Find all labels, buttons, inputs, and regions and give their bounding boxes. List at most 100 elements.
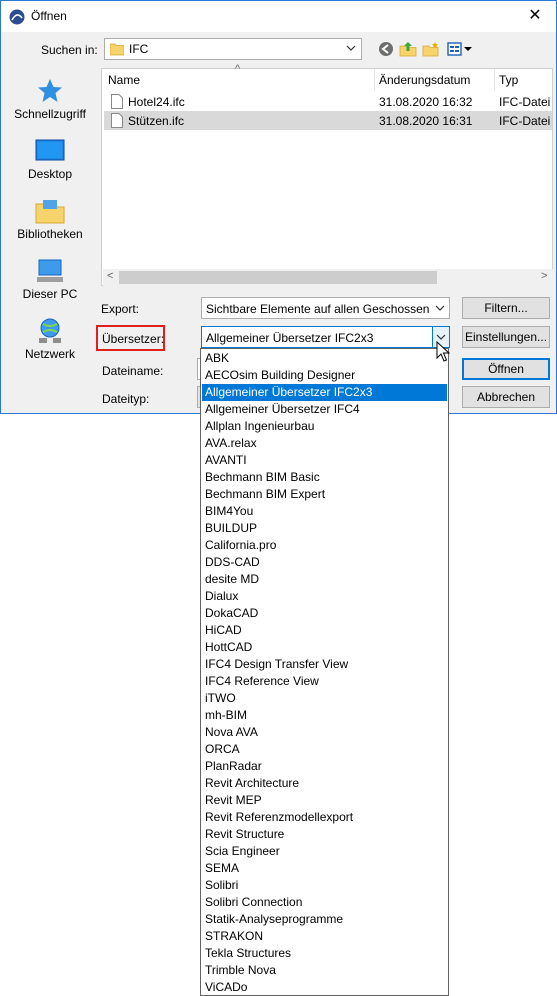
- sort-indicator-icon: ^: [235, 63, 241, 75]
- quick-access-star-icon: [38, 79, 62, 102]
- dropdown-option[interactable]: BIM4You: [202, 503, 447, 520]
- uebersetzer-combo[interactable]: Allgemeiner Übersetzer IFC2x3: [201, 326, 450, 348]
- column-divider[interactable]: [494, 69, 495, 91]
- dropdown-option[interactable]: Scia Engineer: [202, 843, 447, 860]
- uebersetzer-value: Allgemeiner Übersetzer IFC2x3: [206, 331, 374, 345]
- title-bar[interactable]: Öffnen ✕: [1, 1, 556, 32]
- filetype-label: Dateityp:: [102, 392, 150, 406]
- place-label: Netzwerk: [24, 347, 75, 361]
- place-this-pc[interactable]: Dieser PC: [6, 258, 94, 316]
- dropdown-option[interactable]: HiCAD: [202, 622, 447, 639]
- place-label: Dieser PC: [22, 287, 78, 301]
- dropdown-option[interactable]: SEMA: [202, 860, 447, 877]
- libraries-icon: [35, 200, 65, 224]
- scroll-left-icon[interactable]: <: [107, 270, 113, 282]
- file-name: Hotel24.ifc: [128, 95, 185, 109]
- dropdown-option[interactable]: BUILDUP: [202, 520, 447, 537]
- filename-label: Dateiname:: [102, 364, 164, 378]
- chevron-down-icon: [346, 45, 356, 51]
- dropdown-option[interactable]: IFC4 Design Transfer View: [202, 656, 447, 673]
- dropdown-option[interactable]: Revit MEP: [202, 792, 447, 809]
- dropdown-option[interactable]: Bechmann BIM Expert: [202, 486, 447, 503]
- dropdown-option[interactable]: Revit Structure: [202, 826, 447, 843]
- app-logo-icon: [9, 9, 25, 25]
- dropdown-option[interactable]: Dialux: [202, 588, 447, 605]
- place-network[interactable]: Netzwerk: [6, 318, 94, 376]
- network-icon: [39, 318, 61, 343]
- file-type: IFC-Datei: [499, 95, 551, 109]
- file-name: Stützen.ifc: [128, 114, 185, 128]
- new-folder-icon[interactable]: [422, 41, 440, 57]
- lookin-label: Suchen in:: [41, 43, 98, 57]
- dropdown-option[interactable]: desite MD: [202, 571, 447, 588]
- lookin-value: IFC: [129, 42, 149, 56]
- dropdown-option[interactable]: Statik-Analyseprogramme: [202, 911, 447, 928]
- place-desktop[interactable]: Desktop: [6, 138, 94, 196]
- dropdown-option[interactable]: Bechmann BIM Basic: [202, 469, 447, 486]
- up-folder-icon[interactable]: [399, 41, 417, 57]
- dropdown-option[interactable]: Revit Architecture: [202, 775, 447, 792]
- dropdown-option[interactable]: iTWO: [202, 690, 447, 707]
- folder-icon: [110, 43, 124, 56]
- dropdown-option[interactable]: AECOsim Building Designer: [202, 367, 447, 384]
- desktop-icon: [35, 139, 65, 161]
- dropdown-option[interactable]: IFC4 Reference View: [202, 673, 447, 690]
- scrollbar-thumb[interactable]: [119, 271, 437, 284]
- uebersetzer-dropdown-list[interactable]: ABK AECOsim Building Designer Allgemeiner …: [200, 348, 449, 996]
- settings-button[interactable]: Einstellungen...: [462, 326, 550, 348]
- column-divider[interactable]: [374, 69, 375, 91]
- place-libraries[interactable]: Bibliotheken: [6, 198, 94, 256]
- dropdown-option[interactable]: ORCA: [202, 741, 447, 758]
- dropdown-option[interactable]: Solibri: [202, 877, 447, 894]
- export-label: Export:: [101, 302, 140, 316]
- dropdown-option[interactable]: AVA.relax: [202, 435, 447, 452]
- file-type: IFC-Datei: [499, 114, 551, 128]
- dropdown-option-selected[interactable]: Allgemeiner Übersetzer IFC2x3: [202, 384, 447, 401]
- dropdown-option[interactable]: DokaCAD: [202, 605, 447, 622]
- dropdown-option[interactable]: mh-BIM: [202, 707, 447, 724]
- dropdown-option[interactable]: DDS-CAD: [202, 554, 447, 571]
- scroll-right-icon[interactable]: >: [541, 270, 547, 282]
- places-bar: Schnellzugriff Desktop Bibliotheken Dies…: [6, 68, 94, 378]
- file-date: 31.08.2020 16:31: [379, 114, 473, 128]
- dropdown-option[interactable]: AVANTI: [202, 452, 447, 469]
- dropdown-option[interactable]: Revit Referenzmodellexport: [202, 809, 447, 826]
- column-header-type[interactable]: Typ: [499, 73, 518, 87]
- view-menu-icon[interactable]: [447, 41, 473, 57]
- close-button[interactable]: ✕: [521, 5, 549, 27]
- dropdown-option[interactable]: Nova AVA: [202, 724, 447, 741]
- place-label: Schnellzugriff: [14, 107, 86, 121]
- column-header-date[interactable]: Änderungsdatum: [379, 73, 470, 87]
- place-quick-access[interactable]: Schnellzugriff: [6, 78, 94, 136]
- horizontal-scrollbar[interactable]: < >: [103, 269, 553, 286]
- dropdown-option[interactable]: ABK: [202, 350, 447, 367]
- computer-icon: [37, 259, 63, 282]
- dropdown-option[interactable]: Tekla Structures: [202, 945, 447, 962]
- export-value: Sichtbare Elemente auf allen Geschossen: [206, 302, 430, 316]
- lookin-combo[interactable]: IFC: [104, 38, 362, 60]
- dropdown-option[interactable]: STRAKON: [202, 928, 447, 945]
- export-combo[interactable]: Sichtbare Elemente auf allen Geschossen: [201, 297, 450, 319]
- file-icon: [111, 113, 123, 128]
- dropdown-option[interactable]: ViCADo: [202, 979, 447, 996]
- file-list[interactable]: ^ Name Änderungsdatum Typ Hotel24.ifc 31…: [101, 63, 553, 286]
- file-row-selected[interactable]: Stützen.ifc 31.08.2020 16:31 IFC-Datei: [104, 111, 552, 130]
- open-button[interactable]: Öffnen: [462, 358, 550, 380]
- dropdown-option[interactable]: HottCAD: [202, 639, 447, 656]
- file-row[interactable]: Hotel24.ifc 31.08.2020 16:32 IFC-Datei: [104, 92, 552, 111]
- dropdown-option[interactable]: Solibri Connection: [202, 894, 447, 911]
- dropdown-option[interactable]: Allplan Ingenieurbau: [202, 418, 447, 435]
- dropdown-option[interactable]: Trimble Nova: [202, 962, 447, 979]
- dropdown-option[interactable]: Allgemeiner Übersetzer IFC4: [202, 401, 447, 418]
- uebersetzer-label: Übersetzer:: [102, 332, 165, 346]
- dropdown-option[interactable]: PlanRadar: [202, 758, 447, 775]
- file-icon: [111, 94, 123, 109]
- back-icon[interactable]: [377, 41, 395, 57]
- dropdown-option[interactable]: California.pro: [202, 537, 447, 554]
- filter-button[interactable]: Filtern...: [462, 297, 550, 319]
- place-label: Desktop: [27, 167, 73, 181]
- window-title: Öffnen: [31, 9, 67, 23]
- mouse-cursor-icon: [436, 341, 450, 362]
- cancel-button[interactable]: Abbrechen: [462, 386, 550, 408]
- column-header-name[interactable]: Name: [108, 73, 140, 87]
